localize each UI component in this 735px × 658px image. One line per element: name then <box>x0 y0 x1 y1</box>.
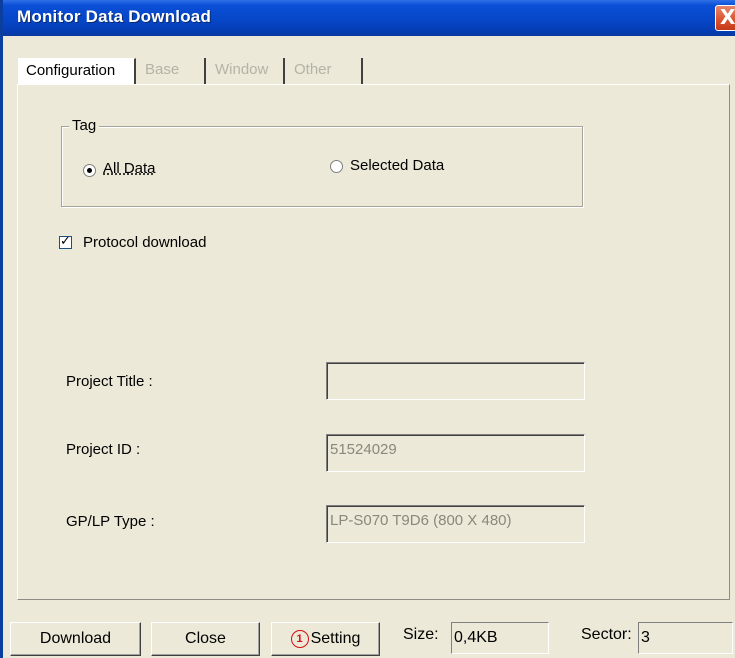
all-data-label[interactable]: All Data <box>103 160 156 177</box>
protocol-download-label[interactable]: Protocol download <box>83 234 206 251</box>
title-bar[interactable]: Monitor Data Download X <box>3 0 735 36</box>
gp-lp-type-label: GP/LP Type : <box>66 513 155 530</box>
size-label: Size: <box>403 626 439 643</box>
close-window-button[interactable]: X <box>715 5 735 31</box>
close-button[interactable]: Close <box>151 622 260 656</box>
tab-configuration[interactable]: Configuration <box>18 58 136 84</box>
selected-data-radio[interactable] <box>330 160 343 173</box>
checkmark-icon: ✓ <box>60 234 71 249</box>
project-id-label: Project ID : <box>66 441 141 458</box>
setting-button[interactable]: 1 Setting <box>271 622 380 656</box>
tab-other[interactable]: Other <box>287 58 363 84</box>
project-title-label: Project Title : <box>66 373 153 390</box>
setting-number-icon: 1 <box>290 630 309 648</box>
window-title: Monitor Data Download <box>17 7 212 26</box>
monitor-data-download-dialog: Monitor Data Download X Configuration Ba… <box>0 0 735 658</box>
project-id-field[interactable]: 51524029 <box>326 434 585 472</box>
radio-selected-dot <box>87 168 92 173</box>
setting-label: Setting <box>310 630 361 647</box>
tab-window[interactable]: Window <box>208 58 285 84</box>
close-icon: X <box>720 5 735 29</box>
tab-base[interactable]: Base <box>138 58 206 84</box>
selected-data-label[interactable]: Selected Data <box>350 157 444 174</box>
sector-value: 3 <box>638 622 733 654</box>
tag-group-label: Tag <box>69 117 100 134</box>
protocol-download-checkbox[interactable]: ✓ <box>59 234 72 249</box>
size-value: 0,4KB <box>451 622 549 654</box>
download-button[interactable]: Download <box>10 622 141 656</box>
sector-label: Sector: <box>581 626 632 643</box>
project-title-field[interactable] <box>326 362 585 400</box>
gp-lp-type-field[interactable]: LP-S070 T9D6 (800 X 480) <box>326 505 585 543</box>
all-data-radio[interactable] <box>83 164 96 177</box>
